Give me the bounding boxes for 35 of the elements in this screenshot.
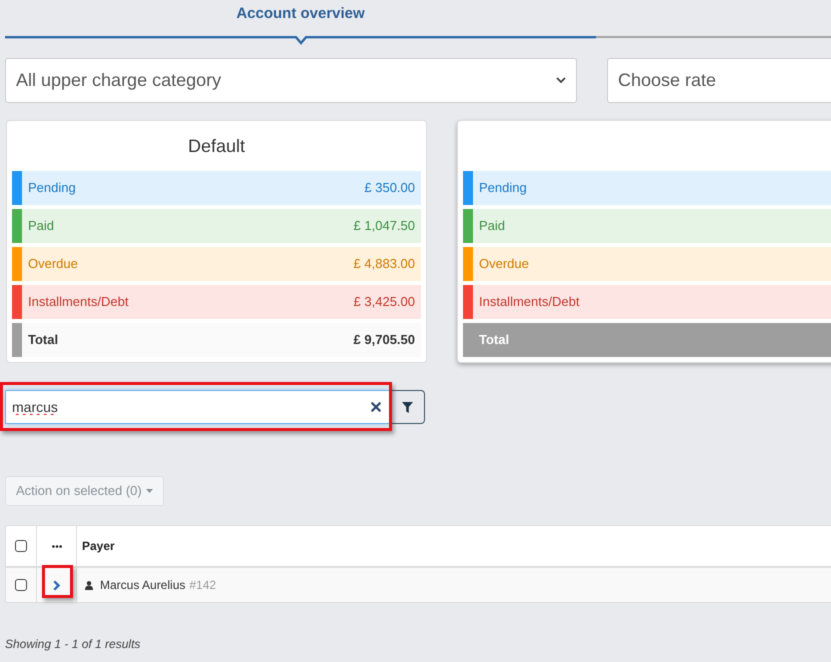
row-label: Total	[479, 331, 510, 350]
card-title: Default	[188, 134, 246, 158]
row-amount: £ 1,047.50	[354, 217, 415, 236]
row-label: Installments/Debt	[28, 293, 128, 312]
row-label: Pending	[28, 179, 76, 198]
row-amount: £ 350.00	[364, 179, 415, 198]
row-label: Pending	[479, 179, 527, 198]
row-label: Total	[28, 331, 58, 350]
tab[interactable]: Account overview	[5, 0, 596, 46]
checkbox[interactable]	[15, 579, 27, 591]
caret-down-icon	[146, 489, 153, 493]
dropdown-field[interactable]: Choose rate	[607, 58, 831, 103]
row-amount: £ 4,883.00	[354, 255, 415, 274]
checkbox[interactable]	[15, 540, 27, 552]
row-amount: £ 3,425.00	[354, 293, 415, 312]
tab-underline-icon	[5, 36, 596, 46]
row-label: Paid	[479, 217, 506, 236]
close-icon[interactable]	[371, 402, 381, 412]
row-label: Overdue	[479, 255, 529, 274]
user-icon	[85, 580, 93, 590]
payer-id: #142	[189, 577, 216, 594]
chevron-right-icon	[53, 580, 60, 590]
row-label: Installments/Debt	[479, 293, 580, 312]
chevron-down-icon	[556, 77, 566, 84]
filter-button[interactable]	[390, 390, 425, 424]
dropdown-field[interactable]: All upper charge category	[5, 58, 577, 103]
row-amount: £ 9,705.50	[354, 331, 415, 350]
ellipsis-icon[interactable]	[52, 544, 62, 548]
column-header[interactable]: Payer	[82, 537, 115, 555]
payer-name: Marcus Aurelius	[100, 577, 186, 594]
row-label: Overdue	[28, 255, 78, 274]
row-label: Paid	[28, 217, 54, 236]
funnel-icon	[402, 402, 413, 412]
results-summary: Showing 1 - 1 of 1 results	[5, 637, 140, 651]
search-field[interactable]: marcus	[5, 390, 390, 424]
